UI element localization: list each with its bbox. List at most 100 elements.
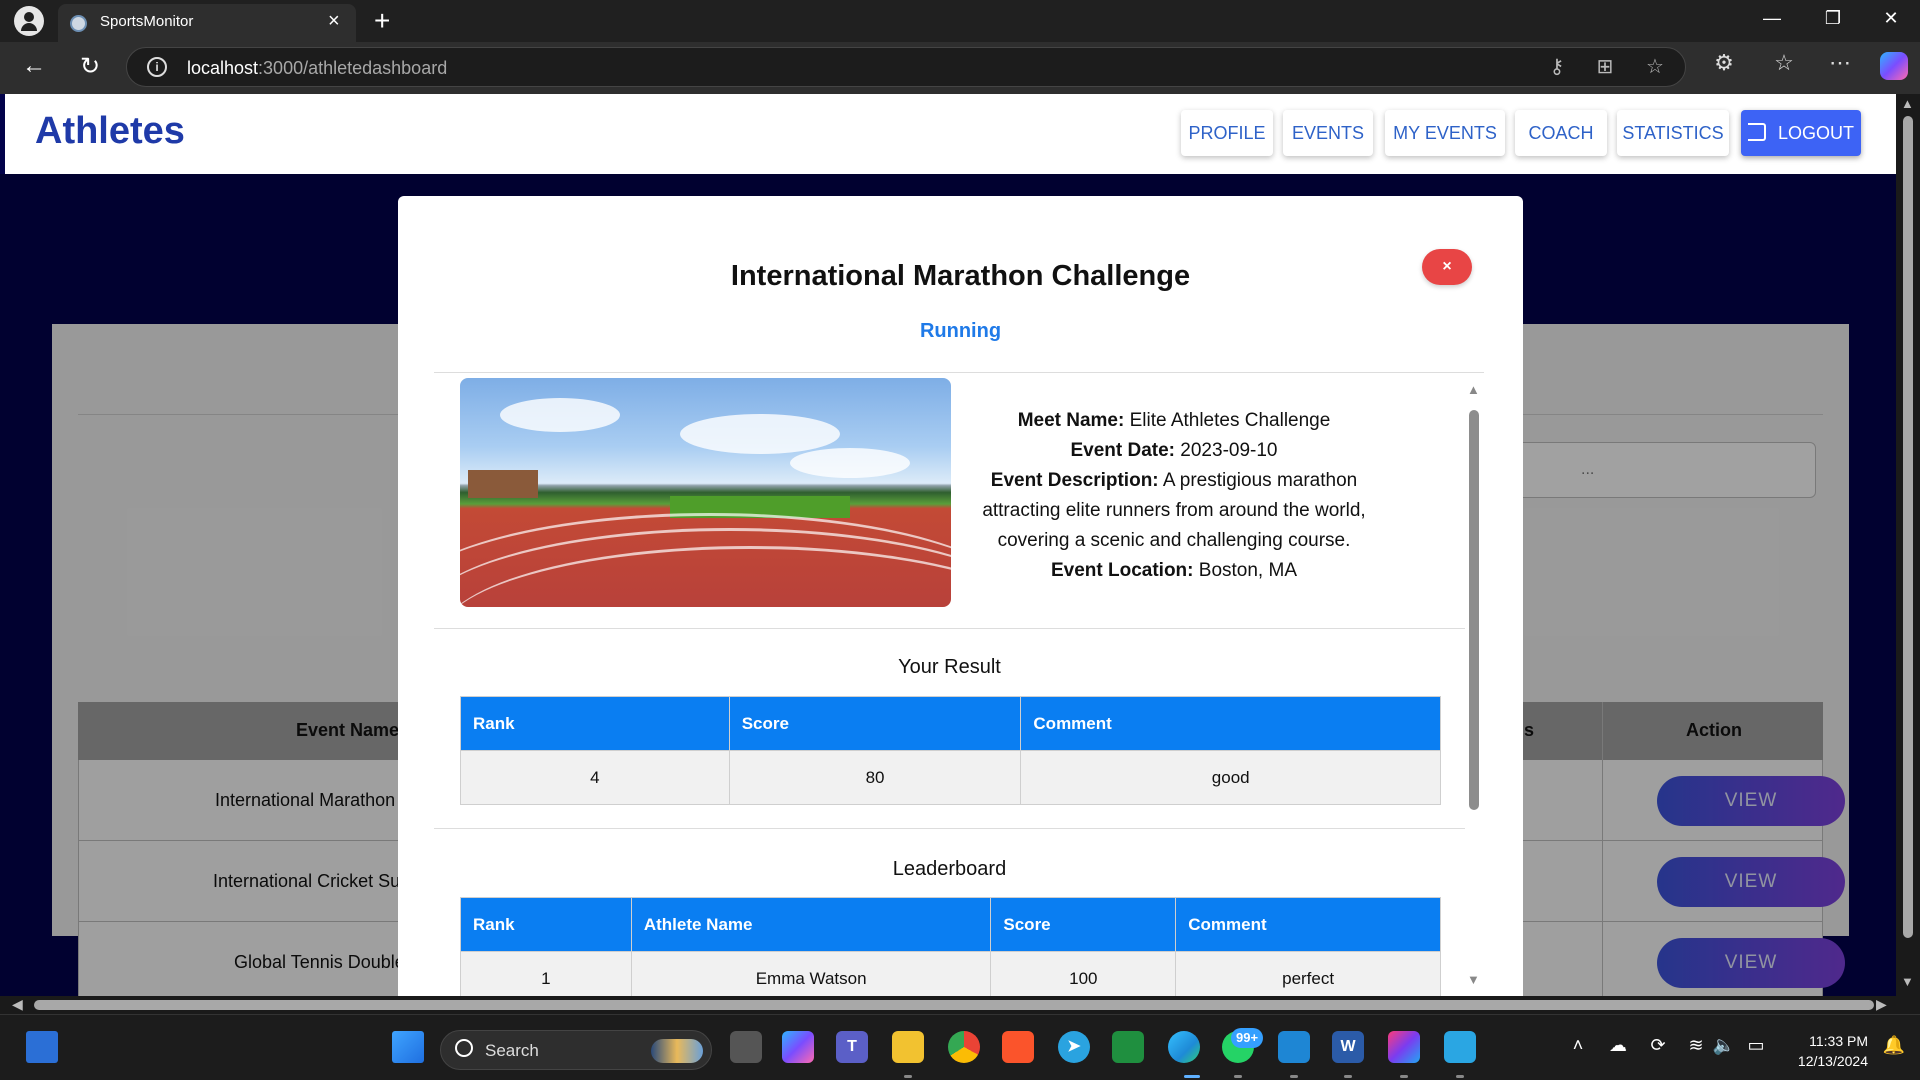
result-comment: good [1020, 750, 1441, 805]
windows-taskbar: Search T ➤ W ˄ ☁ ⟳ ≋ 🔈 ▭ 11:33 PM 12/13/… [0, 1014, 1920, 1080]
modal-divider [434, 372, 1484, 373]
back-icon[interactable]: ← [18, 52, 50, 80]
page-scroll-up-icon[interactable]: ▲ [1901, 96, 1914, 111]
meet-name-label: Meet Name: [1017, 410, 1125, 431]
event-sport: Running [919, 320, 1002, 342]
search-highlight-icon [651, 1039, 703, 1063]
meet-name-value: Elite Athletes Challenge [1129, 410, 1331, 431]
your-result-table: Rank Score Comment 4 80 good [460, 696, 1441, 805]
edge-icon[interactable] [1168, 1031, 1200, 1063]
app-available-icon[interactable]: ⊞ [1591, 54, 1619, 79]
page-scroll-down-icon[interactable]: ▼ [1901, 974, 1914, 989]
app-header: Athletes PROFILE EVENTS MY EVENTS COACH … [5, 94, 1897, 174]
logout-button[interactable]: LOGOUT [1741, 110, 1861, 156]
camtasia-icon[interactable] [1112, 1031, 1144, 1063]
word-icon[interactable]: W [1332, 1031, 1364, 1063]
event-info: Meet Name: Elite Athletes Challenge Even… [974, 406, 1374, 586]
page-scroll-left-icon[interactable]: ◀ [12, 996, 23, 1013]
page-vertical-scrollbar[interactable]: ▲ ▼ [1896, 94, 1920, 1006]
result-col-rank: Rank [460, 696, 730, 751]
image-grandstand [468, 470, 538, 498]
address-bar[interactable]: i localhost:3000/athletedashboard ⚷ ⊞ ☆ [126, 47, 1686, 87]
running-indicator [1234, 1075, 1242, 1078]
password-key-icon[interactable]: ⚷ [1543, 54, 1571, 79]
extensions-icon[interactable]: ⚙ [1708, 50, 1740, 76]
page-viewport: Athletes PROFILE EVENTS MY EVENTS COACH … [0, 94, 1920, 1006]
scroll-down-icon[interactable]: ▼ [1467, 972, 1480, 987]
favorite-star-icon[interactable]: ☆ [1641, 54, 1669, 79]
site-favicon-icon [70, 15, 87, 32]
notifications-icon[interactable]: 🔔 [1882, 1035, 1906, 1056]
leaderboard-heading: Leaderboard [892, 858, 1007, 880]
start-windows-icon[interactable] [392, 1031, 424, 1063]
tab-close-icon[interactable]: × [328, 10, 340, 33]
address-toolbar: ← ↻ i localhost:3000/athletedashboard ⚷ … [0, 42, 1920, 94]
search-icon [455, 1039, 473, 1057]
logout-label: LOGOUT [1777, 123, 1854, 143]
running-indicator [1290, 1075, 1298, 1078]
leaderboard-table: Rank Athlete Name Score Comment 1 Emma W… [460, 897, 1441, 1006]
profile-icon[interactable] [14, 6, 44, 36]
page-horizontal-scrollbar[interactable]: ◀ ▶ [0, 996, 1920, 1014]
browser-titlebar: SportsMonitor × + — ❐ ✕ [0, 0, 1920, 42]
window-close-icon[interactable]: ✕ [1876, 8, 1906, 29]
modal-scrollbar[interactable]: ▲ ▼ [1467, 382, 1481, 987]
url-text[interactable]: localhost:3000/athletedashboard [187, 58, 447, 79]
edge-active-indicator [1184, 1075, 1200, 1078]
leaderboard-col-rank: Rank [460, 897, 632, 952]
page-title: Athletes [35, 110, 185, 152]
battery-icon[interactable]: ▭ [1744, 1035, 1768, 1056]
modal-scroll-area[interactable]: Meet Name: Elite Athletes Challenge Even… [434, 374, 1484, 1006]
nav-events-button[interactable]: EVENTS [1283, 110, 1373, 156]
result-rank: 4 [460, 750, 730, 805]
section-divider [434, 628, 1465, 629]
tray-overflow-icon[interactable]: ˄ [1566, 1035, 1590, 1056]
volume-icon[interactable]: 🔈 [1712, 1035, 1736, 1056]
more-menu-icon[interactable]: ⋯ [1824, 50, 1856, 76]
page-horizontal-thumb[interactable] [34, 1000, 1874, 1010]
event-date-label: Event Date: [1070, 440, 1176, 461]
event-date-value: 2023-09-10 [1180, 440, 1278, 461]
nav-profile-button[interactable]: PROFILE [1181, 110, 1273, 156]
taskbar-clock[interactable]: 11:33 PM 12/13/2024 [1786, 1031, 1868, 1071]
restore-icon[interactable]: ❐ [1818, 8, 1848, 29]
intellij-icon[interactable] [1388, 1031, 1420, 1063]
site-info-icon[interactable]: i [147, 57, 167, 77]
whatsapp-badge: 99+ [1231, 1028, 1264, 1048]
result-col-comment: Comment [1020, 696, 1441, 751]
modal-scroll-thumb[interactable] [1469, 410, 1479, 810]
taskbar-search[interactable]: Search [440, 1030, 712, 1070]
leaderboard-col-comment: Comment [1175, 897, 1441, 952]
minimize-icon[interactable]: — [1757, 8, 1787, 29]
brave-icon[interactable] [1002, 1031, 1034, 1063]
copilot-icon[interactable] [1880, 52, 1908, 80]
result-col-score: Score [728, 696, 1022, 751]
telegram-icon[interactable]: ➤ [1058, 1031, 1090, 1063]
copilot-app-icon[interactable] [782, 1031, 814, 1063]
favorites-icon[interactable]: ☆ [1768, 50, 1800, 76]
running-indicator [904, 1075, 912, 1078]
refresh-icon[interactable]: ↻ [74, 52, 106, 81]
sync-icon[interactable]: ⟳ [1646, 1035, 1670, 1056]
page-scroll-right-icon[interactable]: ▶ [1876, 996, 1887, 1013]
widgets-icon[interactable] [26, 1031, 58, 1063]
wifi-icon[interactable]: ≋ [1684, 1035, 1708, 1056]
clock-date: 12/13/2024 [1797, 1053, 1868, 1069]
modal-close-button[interactable]: × [1422, 249, 1472, 285]
browser-tab[interactable]: SportsMonitor × [58, 4, 356, 42]
file-explorer-icon[interactable] [892, 1031, 924, 1063]
nav-coach-button[interactable]: COACH [1515, 110, 1607, 156]
new-tab-icon[interactable]: + [374, 5, 390, 37]
onedrive-icon[interactable]: ☁ [1606, 1035, 1630, 1056]
task-view-icon[interactable] [730, 1031, 762, 1063]
nav-my-events-button[interactable]: MY EVENTS [1385, 110, 1505, 156]
nav-statistics-button[interactable]: STATISTICS [1617, 110, 1729, 156]
notepad-icon[interactable] [1444, 1031, 1476, 1063]
running-indicator [1344, 1075, 1352, 1078]
chrome-icon[interactable] [948, 1031, 980, 1063]
vscode-icon[interactable] [1278, 1031, 1310, 1063]
page-vertical-thumb[interactable] [1903, 116, 1913, 938]
scroll-up-icon[interactable]: ▲ [1467, 382, 1480, 397]
teams-icon[interactable]: T [836, 1031, 868, 1063]
image-cloud [680, 414, 840, 454]
